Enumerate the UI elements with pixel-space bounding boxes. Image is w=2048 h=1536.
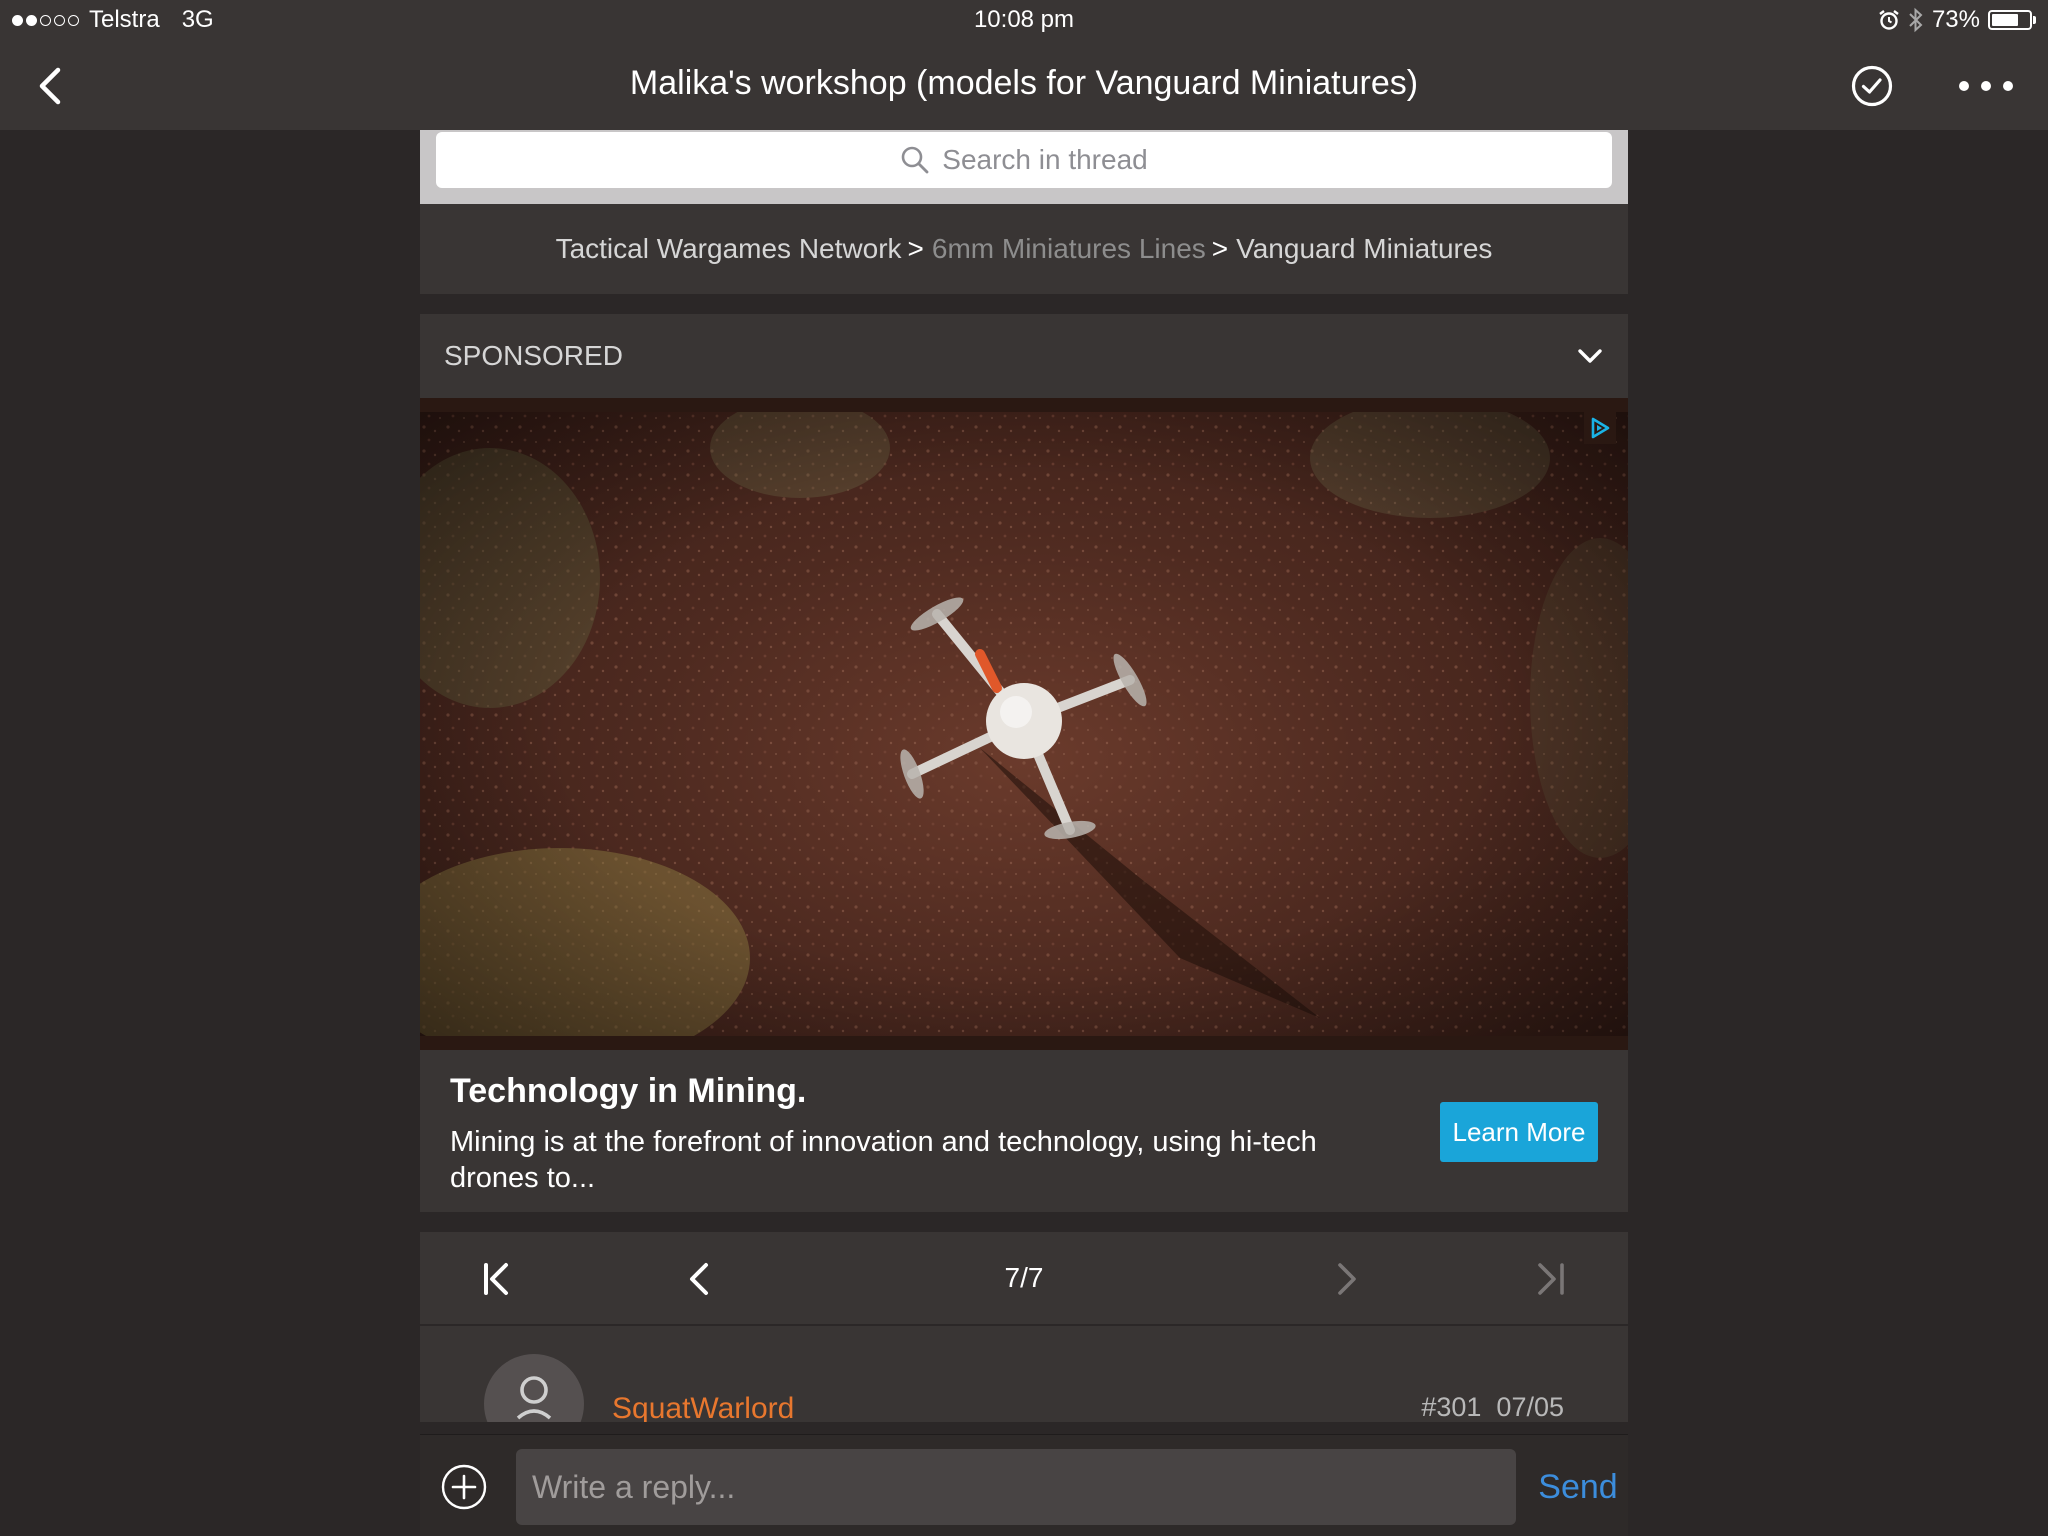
plus-circle-icon[interactable] — [440, 1463, 488, 1511]
send-button[interactable]: Send — [1528, 1457, 1628, 1517]
avatar[interactable] — [484, 1354, 584, 1422]
ad-info: Technology in Mining. Mining is at the f… — [420, 1050, 1628, 1212]
battery-icon — [1988, 10, 2036, 30]
bluetooth-icon — [1909, 7, 1923, 33]
status-time: 10:08 pm — [973, 6, 1075, 33]
user-icon — [516, 1376, 552, 1420]
post-header: SquatWarlord #301 07/05 — [420, 1326, 1628, 1422]
status-bar: Telstra 3G 10:08 pm 73% — [0, 0, 2048, 42]
ad-title[interactable]: Technology in Mining. — [450, 1072, 806, 1111]
search-input[interactable]: Search in thread — [436, 132, 1612, 188]
ad-description: Mining is at the forefront of innovation… — [450, 1126, 1317, 1194]
breadcrumb: Tactical Wargames Network > 6mm Miniatur… — [420, 204, 1628, 294]
drone-photo — [420, 398, 1628, 1050]
reply-input[interactable] — [516, 1449, 1516, 1525]
thread-content: Search in thread Tactical Wargames Netwo… — [420, 130, 1628, 1422]
last-page-icon[interactable] — [1526, 1255, 1574, 1303]
search-area: Search in thread — [420, 130, 1628, 204]
breadcrumb-item-vanguard[interactable]: Vanguard Miniatures — [1236, 233, 1492, 265]
pagination-bar: 7/7 — [420, 1232, 1628, 1326]
search-icon — [901, 146, 929, 174]
battery-percent: 73% — [1931, 6, 1980, 33]
more-icon[interactable] — [1956, 74, 2016, 98]
status-right: 73% — [1878, 6, 2036, 34]
breadcrumb-item-lines[interactable]: 6mm Miniatures Lines — [932, 233, 1206, 265]
check-circle-icon[interactable] — [1848, 62, 1896, 110]
search-placeholder: Search in thread — [942, 144, 1148, 175]
post-username[interactable]: SquatWarlord — [612, 1392, 794, 1422]
post-meta: #301 07/05 — [1421, 1392, 1564, 1422]
battery-fill — [1992, 14, 2019, 26]
post-number: #301 — [1421, 1392, 1482, 1422]
page-indicator: 7/7 — [1004, 1262, 1044, 1293]
breadcrumb-separator: > — [907, 233, 924, 264]
alarm-icon — [1879, 10, 1899, 30]
breadcrumb-item-network[interactable]: Tactical Wargames Network — [556, 233, 902, 265]
learn-more-button[interactable]: Learn More — [1440, 1102, 1598, 1162]
next-page-icon[interactable] — [1322, 1255, 1370, 1303]
thread-title: Malika's workshop (models for Vanguard M… — [629, 64, 1419, 102]
post-date: 07/05 — [1496, 1392, 1564, 1422]
app-root: Telstra 3G 10:08 pm 73% Malika's worksho… — [0, 0, 2048, 1536]
nav-bar: Malika's workshop (models for Vanguard M… — [0, 42, 2048, 130]
reply-bar: Send — [420, 1434, 1628, 1536]
ad-image[interactable] — [420, 398, 1628, 1050]
adchoices-icon[interactable] — [1584, 412, 1616, 444]
sponsored-header[interactable]: SPONSORED — [420, 314, 1628, 398]
breadcrumb-separator: > — [1211, 233, 1229, 264]
chevron-down-icon[interactable] — [1576, 346, 1604, 366]
sponsored-label: SPONSORED — [444, 340, 623, 371]
